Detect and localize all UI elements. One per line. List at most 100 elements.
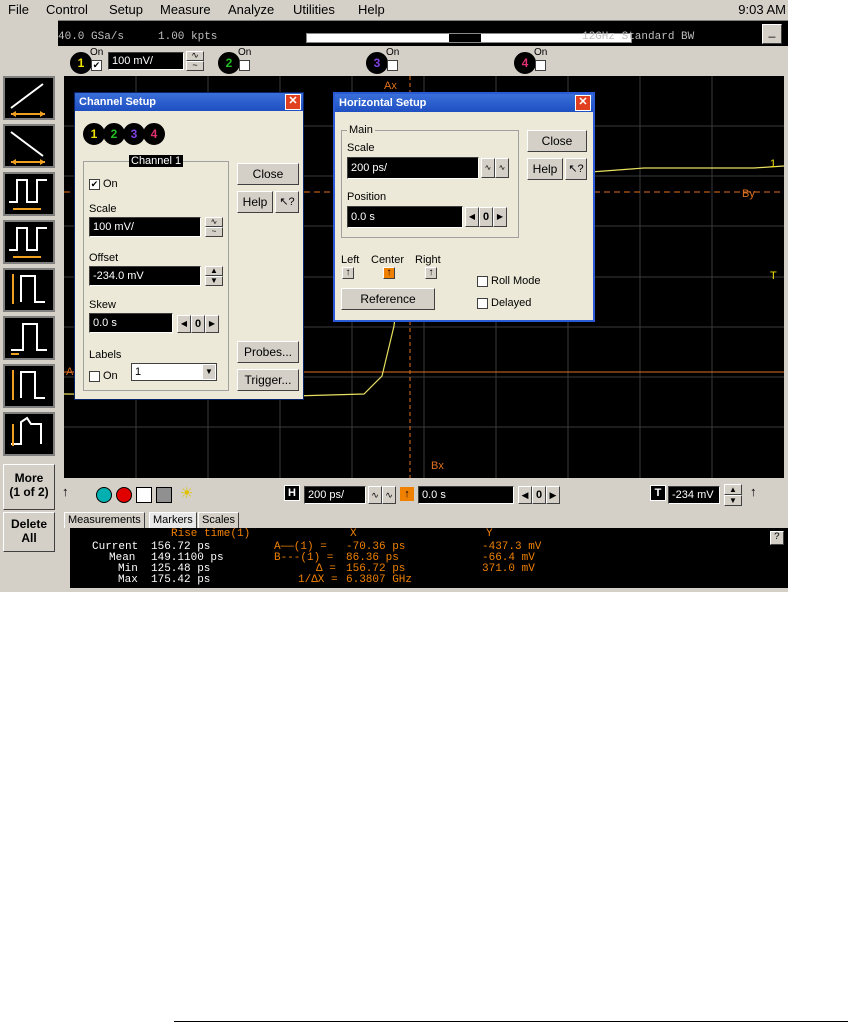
position-left-button[interactable]: ◀ bbox=[518, 486, 532, 504]
hs-scale-field[interactable]: 200 ps/ bbox=[347, 157, 479, 179]
trigger-level-field[interactable]: -234 mV bbox=[668, 486, 720, 504]
hs-position-zero-button[interactable]: 0 bbox=[479, 207, 493, 227]
cs-channel-4-badge[interactable]: 4 bbox=[143, 123, 165, 145]
position-right-button[interactable]: ▶ bbox=[546, 486, 560, 504]
hs-roll-mode-checkbox[interactable] bbox=[477, 276, 488, 287]
channel-3-badge[interactable]: 3 bbox=[366, 52, 388, 74]
horizontal-position-field[interactable]: 0.0 s bbox=[418, 486, 514, 504]
sample-rate: 40.0 GSa/s bbox=[58, 31, 125, 43]
cs-scale-fine-button[interactable]: ~ bbox=[205, 227, 223, 237]
menu-file[interactable]: File bbox=[8, 2, 29, 17]
single-icon[interactable] bbox=[136, 487, 152, 503]
menu-measure[interactable]: Measure bbox=[160, 2, 211, 17]
hs-reference-button[interactable]: Reference bbox=[341, 288, 435, 310]
cs-scale-field[interactable]: 100 mV/ bbox=[89, 217, 201, 237]
channel-1-on-checkbox[interactable]: ✔ bbox=[91, 60, 102, 71]
autoscale-icon[interactable]: ☀ bbox=[180, 484, 193, 502]
channel-2-badge[interactable]: 2 bbox=[218, 52, 240, 74]
position-marker-icon: ↑ bbox=[400, 487, 414, 501]
cs-offset-up-button[interactable]: ▲ bbox=[205, 266, 223, 276]
amplitude-icon[interactable] bbox=[3, 268, 55, 312]
marker-y-header: Y bbox=[486, 528, 493, 540]
cs-probes-button[interactable]: Probes... bbox=[237, 341, 299, 363]
channel-4-on-checkbox[interactable] bbox=[535, 60, 546, 71]
overshoot-icon[interactable] bbox=[3, 412, 55, 456]
marker-by-label: By bbox=[742, 188, 755, 200]
menu-analyze[interactable]: Analyze bbox=[228, 2, 274, 17]
more-button[interactable]: More (1 of 2) bbox=[3, 464, 55, 510]
cs-labels-select[interactable]: 1 ▼ bbox=[131, 363, 217, 381]
hs-left-reference-icon[interactable]: ↑ bbox=[342, 267, 354, 279]
frequency-icon[interactable] bbox=[3, 220, 55, 264]
horizontal-badge[interactable]: H bbox=[284, 485, 300, 501]
trigger-down-button[interactable]: ▼ bbox=[724, 495, 742, 506]
hs-center-reference-icon[interactable]: ↑ bbox=[383, 267, 395, 279]
cs-channel-3-badge[interactable]: 3 bbox=[123, 123, 145, 145]
cs-skew-right-button[interactable]: ▶ bbox=[205, 315, 219, 333]
channel-1-scale-field[interactable]: 100 mV/ bbox=[108, 52, 184, 70]
h-scale-down-button[interactable]: ∿ bbox=[368, 486, 382, 504]
horizontal-setup-close-icon[interactable]: ✕ bbox=[575, 95, 591, 111]
hs-whats-this-icon[interactable]: ↖? bbox=[565, 158, 587, 180]
cs-labels-on-checkbox[interactable] bbox=[89, 371, 100, 382]
base-level-icon[interactable] bbox=[3, 316, 55, 360]
hs-position-left-button[interactable]: ◀ bbox=[465, 207, 479, 227]
hs-close-button[interactable]: Close bbox=[527, 130, 587, 152]
hs-right-reference-icon[interactable]: ↑ bbox=[425, 267, 437, 279]
channel-2-on-checkbox[interactable] bbox=[239, 60, 250, 71]
cs-channel-2-badge[interactable]: 2 bbox=[103, 123, 125, 145]
hs-scale-up-button[interactable]: ∿ bbox=[495, 158, 509, 178]
h-scale-up-button[interactable]: ∿ bbox=[382, 486, 396, 504]
menu-help[interactable]: Help bbox=[358, 2, 385, 17]
cs-skew-field[interactable]: 0.0 s bbox=[89, 313, 173, 333]
menu-control[interactable]: Control bbox=[46, 2, 88, 17]
trigger-level-marker: T bbox=[770, 270, 777, 282]
cs-trigger-button[interactable]: Trigger... bbox=[237, 369, 299, 391]
channel-4-on-label: On bbox=[534, 47, 548, 58]
stop-icon[interactable] bbox=[116, 487, 132, 503]
period-icon[interactable] bbox=[3, 172, 55, 216]
cs-channel-1-badge[interactable]: 1 bbox=[83, 123, 105, 145]
cs-skew-left-button[interactable]: ◀ bbox=[177, 315, 191, 333]
channel-3-on-checkbox[interactable] bbox=[387, 60, 398, 71]
falling-edge-icon[interactable] bbox=[3, 124, 55, 168]
meas-max-label: Max bbox=[118, 574, 138, 586]
hs-position-field[interactable]: 0.0 s bbox=[347, 206, 463, 228]
minimize-button[interactable]: _ bbox=[762, 24, 782, 44]
cs-close-button[interactable]: Close bbox=[237, 163, 299, 185]
hs-position-right-button[interactable]: ▶ bbox=[493, 207, 507, 227]
clear-display-icon[interactable] bbox=[156, 487, 172, 503]
scale-fine-button[interactable]: ~ bbox=[186, 61, 204, 71]
hs-scale-down-button[interactable]: ∿ bbox=[481, 158, 495, 178]
measurements-scrollbar[interactable] bbox=[58, 528, 70, 588]
peak-to-peak-icon[interactable] bbox=[3, 364, 55, 408]
rising-edge-icon[interactable] bbox=[3, 76, 55, 120]
dropdown-arrow-icon[interactable]: ▼ bbox=[203, 365, 215, 379]
cs-labels-label: Labels bbox=[89, 349, 122, 361]
cs-scale-coarse-button[interactable]: ∿ bbox=[205, 217, 223, 227]
hs-help-button[interactable]: Help bbox=[527, 158, 563, 180]
cs-skew-zero-button[interactable]: 0 bbox=[191, 315, 205, 333]
up-arrow-icon[interactable]: ↑ bbox=[62, 484, 69, 499]
menu-setup[interactable]: Setup bbox=[109, 2, 143, 17]
hs-delayed-checkbox[interactable] bbox=[477, 298, 488, 309]
cs-offset-field[interactable]: -234.0 mV bbox=[89, 266, 201, 286]
marker-inverse-delta-x: 6.3807 GHz bbox=[346, 574, 413, 586]
cs-offset-down-button[interactable]: ▼ bbox=[205, 276, 223, 286]
cs-on-checkbox[interactable]: ✔ bbox=[89, 179, 100, 190]
more-button-page: (1 of 2) bbox=[9, 485, 49, 499]
trigger-badge[interactable]: T bbox=[650, 485, 666, 501]
run-icon[interactable] bbox=[96, 487, 112, 503]
trigger-up-button[interactable]: ▲ bbox=[724, 484, 742, 495]
hs-roll-mode-label: Roll Mode bbox=[491, 275, 541, 287]
delete-all-button[interactable]: Delete All bbox=[3, 512, 55, 552]
measurements-help-button[interactable]: ? bbox=[770, 531, 784, 545]
menu-utilities[interactable]: Utilities bbox=[293, 2, 335, 17]
channel-1-badge[interactable]: 1 bbox=[70, 52, 92, 74]
position-zero-button[interactable]: 0 bbox=[532, 486, 546, 504]
horizontal-scale-field[interactable]: 200 ps/ bbox=[304, 486, 366, 504]
channel-setup-close-icon[interactable]: ✕ bbox=[285, 94, 301, 110]
cs-whats-this-icon[interactable]: ↖? bbox=[275, 191, 299, 213]
cs-help-button[interactable]: Help bbox=[237, 191, 273, 213]
channel-4-badge[interactable]: 4 bbox=[514, 52, 536, 74]
